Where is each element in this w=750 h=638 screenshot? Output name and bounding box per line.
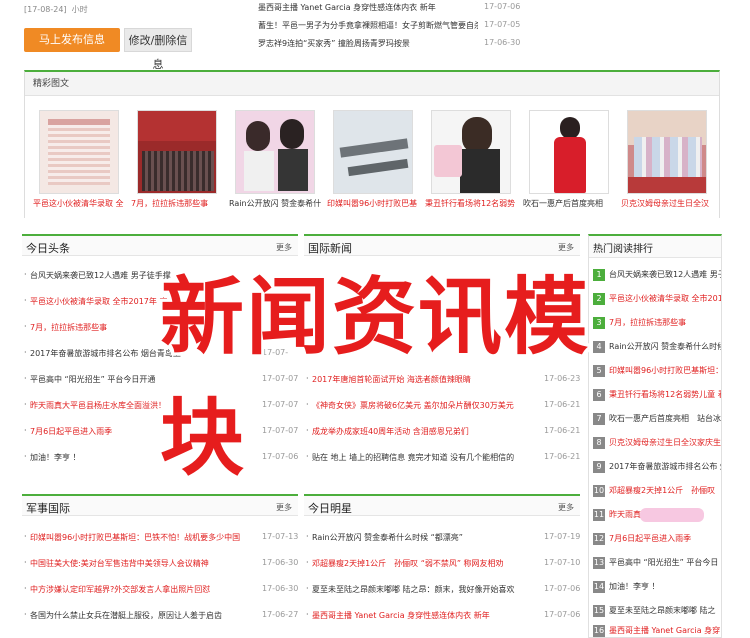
- blurred-region: [640, 508, 704, 522]
- gallery-item[interactable]: 平邑这小伙被清华录取 全: [33, 110, 124, 210]
- gallery-image[interactable]: [431, 110, 511, 194]
- panel-title: 军事国际: [26, 502, 70, 515]
- ranking-title: 热门阅读排行: [589, 236, 721, 258]
- rank-item[interactable]: 1 台风天娲来袭已致12人遇难 男子: [593, 268, 721, 284]
- gallery-item[interactable]: 印媒叫嚣96小时打败巴基: [327, 110, 417, 210]
- hot-reading-ranking: 热门阅读排行 1 台风天娲来袭已致12人遇难 男子 2 平邑这小伙被清华录取 全市2…: [588, 234, 722, 638]
- rank-item[interactable]: 16 墨西哥主播 Yanet Garcia 身穿: [593, 624, 721, 638]
- rank-item[interactable]: 3 7月，拉拉拆违那些事: [593, 316, 721, 332]
- panel-title: 今日头条: [26, 242, 70, 255]
- gallery-caption[interactable]: 平邑这小伙被清华录取 全: [33, 198, 133, 209]
- list-item[interactable]: · 邓超暴瘦2天掉1公斤 孙俪叹 “弱不禁风” 称网友相劝 17-07-10: [304, 558, 580, 572]
- gallery-image[interactable]: [137, 110, 217, 194]
- gallery-title: 精彩图文: [25, 72, 719, 96]
- list-item[interactable]: · 印媒叫嚣96小时打败巴基斯坦：巴铁不怕！战机要多少中国 17-07-13: [22, 532, 298, 546]
- list-item[interactable]: · 贴在 地上 墙上的招聘信息 竟完才知道 没有几个能相信的 17-06-21: [304, 452, 580, 466]
- more-link[interactable]: 更多: [276, 502, 292, 513]
- rank-item[interactable]: 10 邓超暴瘦2天掉1公斤 孙俪叹: [593, 484, 721, 500]
- rank-item[interactable]: 4 Rain公开放闪 赞金泰希什么时候: [593, 340, 721, 356]
- list-item[interactable]: 罗志祥9连拍“买家秀” 撞脸周扬青罗玛按景 17-06-30: [258, 38, 520, 54]
- gallery-item[interactable]: Rain公开放闪 赞金泰希什: [229, 110, 321, 210]
- list-item[interactable]: · 中方涉嫌认定印军越界?外交部发言人拿出照片回怼 17-06-30: [22, 584, 298, 598]
- rank-item[interactable]: 15 夏至未至陆之昂颜末嘟嘟 陆之: [593, 604, 721, 620]
- gallery-item[interactable]: 吹石一惠产后首度亮相: [523, 110, 609, 210]
- rank-item[interactable]: 6 秉丑钎行看场将12名弱势儿童 看: [593, 388, 721, 404]
- gallery-caption[interactable]: Rain公开放闪 赞金泰希什: [229, 198, 329, 209]
- panel-header: 今日明星 更多: [304, 494, 580, 516]
- rank-item[interactable]: 14 加油！李亨 ！: [593, 580, 721, 596]
- list-item[interactable]: · 2017年唐旭首轮面试开始 海选者颜值辣眼睛 17-06-23: [304, 374, 580, 388]
- rank-item[interactable]: 5 印媒叫嚣96小时打败巴基斯坦：: [593, 364, 721, 380]
- rank-item[interactable]: 2 平邑这小伙被清华录取 全市201: [593, 292, 721, 308]
- gallery-item[interactable]: 秉丑钎行看场将12名弱势: [425, 110, 515, 210]
- rank-item[interactable]: 13 平邑高中 “阳光招生” 平台今日: [593, 556, 721, 572]
- gallery-caption[interactable]: 吹石一惠产后首度亮相: [523, 198, 623, 209]
- publish-info-button[interactable]: 马上发布信息: [24, 28, 120, 52]
- gallery-caption[interactable]: 印媒叫嚣96小时打败巴基: [327, 198, 427, 209]
- top-news-list: 墨西哥主播 Yanet Garcia 身穿性感连体内衣 新年 17-07-06 蓄…: [258, 0, 520, 60]
- list-item[interactable]: 蓄生！平邑一男子为分手竟拿裸照相逼！女子剪断燃气管要自杀！ 17-07-05: [258, 20, 520, 36]
- list-item[interactable]: · 中国驻美大使:美对台军售违背中美领导人会议精神 17-06-30: [22, 558, 298, 572]
- stars-panel: 今日明星 更多 · Rain公开放闪 赞金泰希什么时候 “都漂亮” 17-07-19…: [304, 494, 580, 638]
- gallery-image[interactable]: [39, 110, 119, 194]
- list-item[interactable]: 墨西哥主播 Yanet Garcia 身穿性感连体内衣 新年 17-07-06: [258, 2, 520, 18]
- gallery-caption[interactable]: 贝克汉姆母亲过生日全汉: [621, 198, 721, 209]
- list-item[interactable]: · 墨西哥主播 Yanet Garcia 身穿性感连体内衣 新年 17-07-06: [304, 610, 580, 624]
- rank-item[interactable]: 12 7月6日起平邑进入雨季: [593, 532, 721, 548]
- panel-title: 今日明星: [308, 502, 352, 515]
- rank-item[interactable]: 7 吹石一惠产后首度亮相 站台冰: [593, 412, 721, 428]
- gallery-image[interactable]: [627, 110, 707, 194]
- edit-delete-info-button[interactable]: 修改/删除信息: [124, 28, 192, 71]
- gallery-caption[interactable]: 7月，拉拉拆违那些事: [131, 198, 231, 209]
- gallery-image[interactable]: [235, 110, 315, 194]
- list-item[interactable]: · 《神奇女侠》票房将破6亿美元 盖尔加朵片酬仅30万美元 17-06-21: [304, 400, 580, 414]
- rank-item[interactable]: 8 贝克汉姆母亲过生日全汉家庆生: [593, 436, 721, 452]
- gallery-image[interactable]: [529, 110, 609, 194]
- gallery-caption[interactable]: 秉丑钎行看场将12名弱势: [425, 198, 525, 209]
- list-item[interactable]: · 各国为什么禁止女兵在潜艇上服役，原因让人羞于启齿 17-06-27: [22, 610, 298, 624]
- list-item[interactable]: · 夏至未至陆之昂颜末嘟嘟 陆之昂：颜末，我好像开始喜欢 17-07-06: [304, 584, 580, 598]
- gallery-item[interactable]: 7月，拉拉拆违那些事: [131, 110, 217, 210]
- list-item[interactable]: · Rain公开放闪 赞金泰希什么时候 “都漂亮” 17-07-19: [304, 532, 580, 546]
- list-item[interactable]: · 成龙举办成家班40周年活动 含泪感恩兄弟们 17-06-21: [304, 426, 580, 440]
- panel-header: 军事国际 更多: [22, 494, 298, 516]
- gallery-item[interactable]: 贝克汉姆母亲过生日全汉: [621, 110, 709, 210]
- overlay-title: 新闻资讯模块: [160, 268, 591, 487]
- gallery-image[interactable]: [333, 110, 413, 194]
- more-link[interactable]: 更多: [558, 502, 574, 513]
- rank-item[interactable]: 9 2017年奋暑旅游城市排名公布 烟: [593, 460, 721, 476]
- gallery-section: 精彩图文 平邑这小伙被清华录取 全 7月，拉拉拆违那些事 Rain公开放闪 赞金…: [24, 70, 720, 218]
- military-panel: 军事国际 更多 · 印媒叫嚣96小时打败巴基斯坦：巴铁不怕！战机要多少中国 17-0…: [22, 494, 298, 638]
- post-meta: [17-08-24] 小时: [24, 5, 88, 14]
